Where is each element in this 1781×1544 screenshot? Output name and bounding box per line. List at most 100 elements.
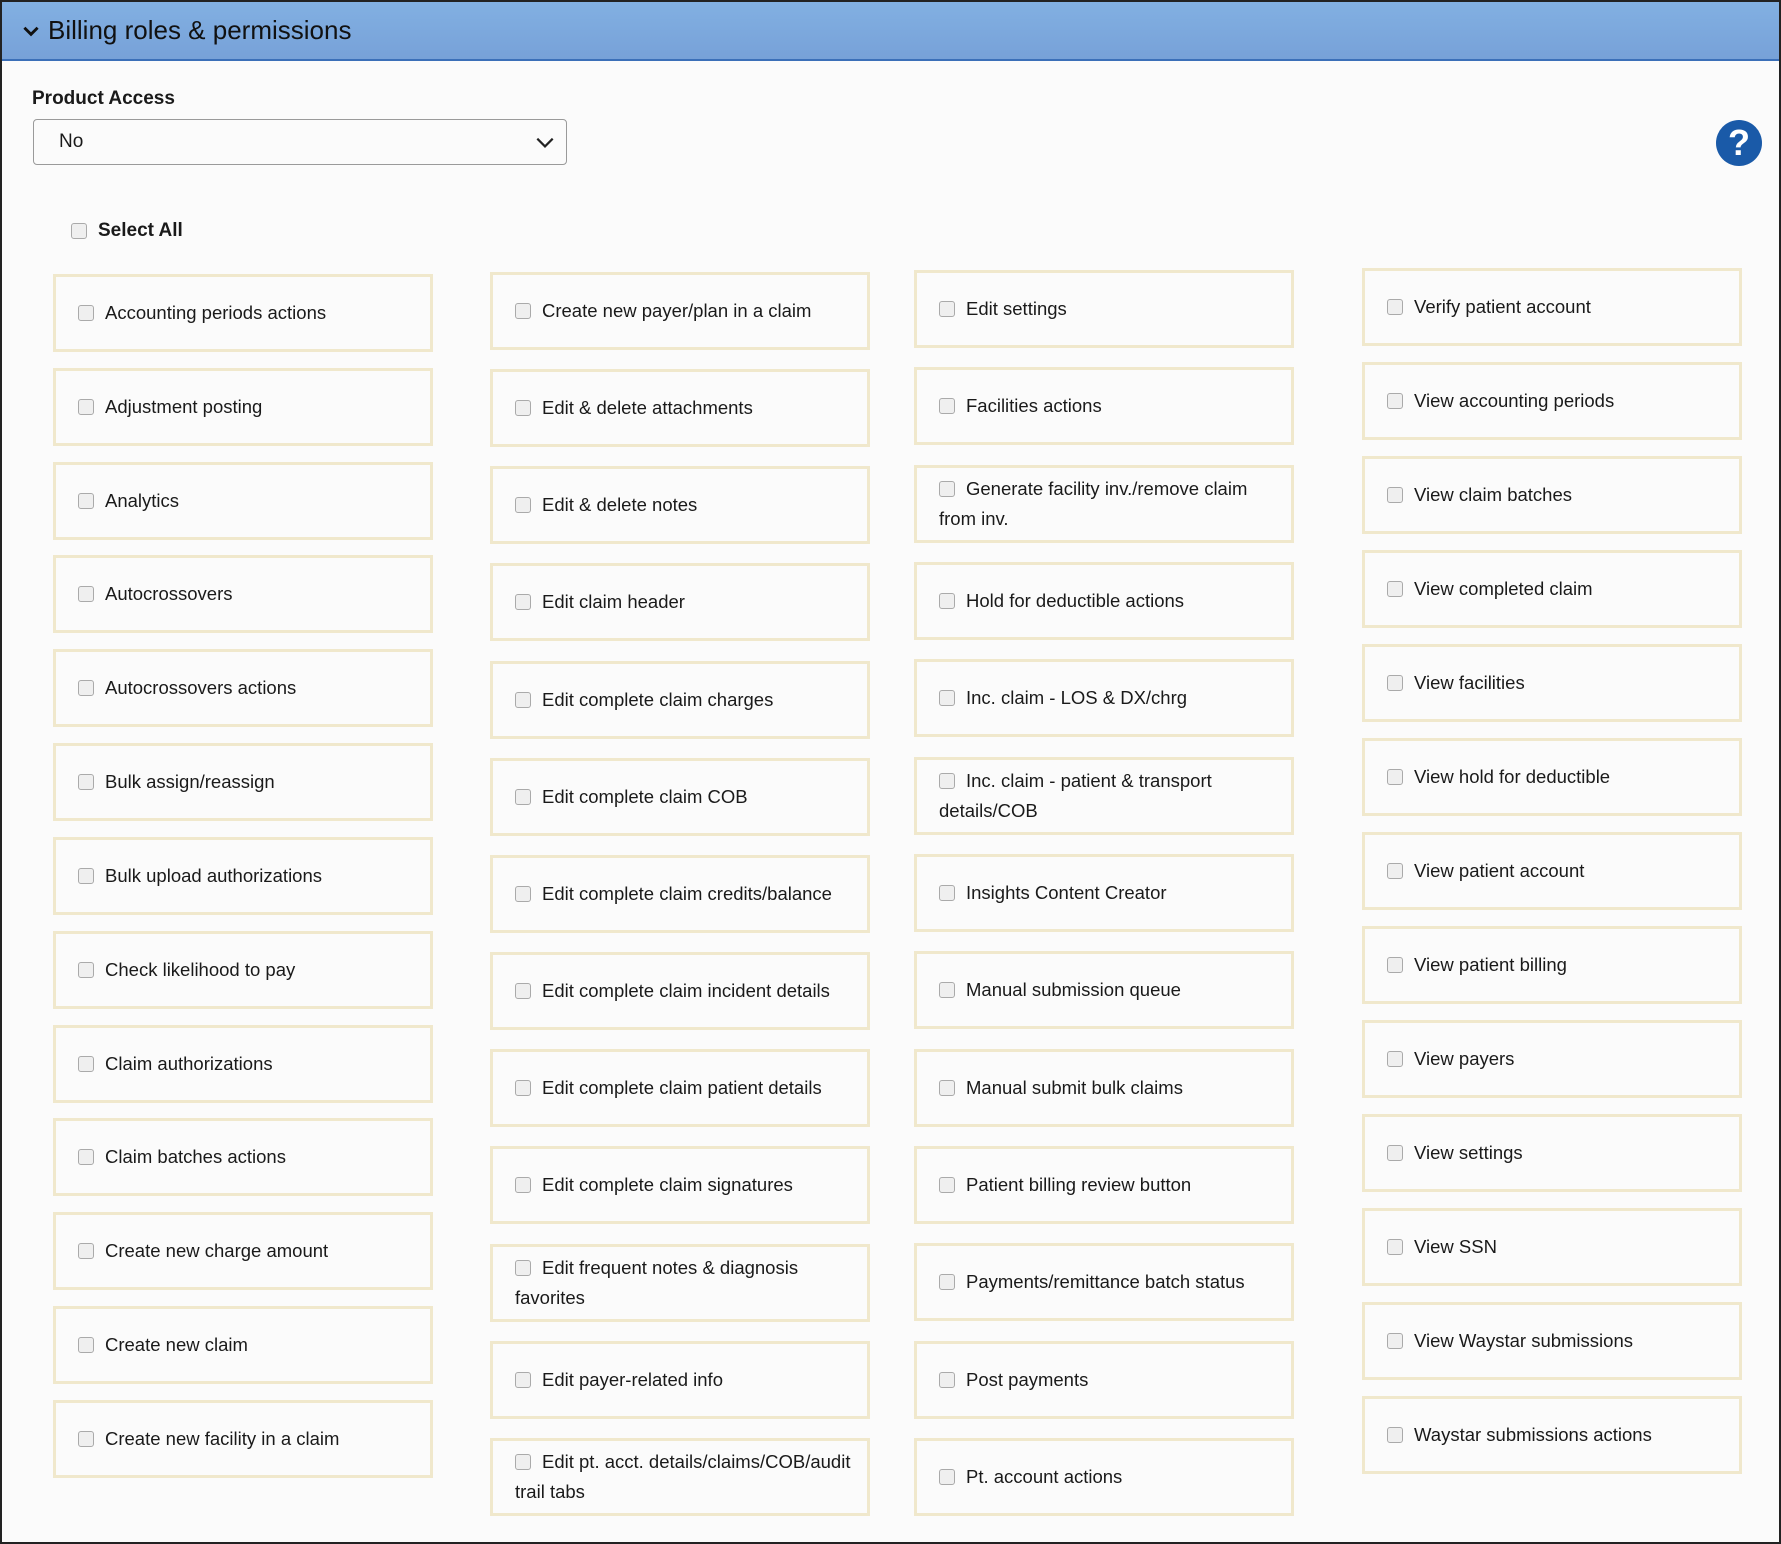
permission-checkbox[interactable]	[78, 398, 94, 415]
permission-item[interactable]: Edit complete claim signatures	[490, 1146, 870, 1225]
permission-checkbox[interactable]	[78, 680, 94, 697]
permission-checkbox[interactable]	[78, 305, 94, 321]
permission-item[interactable]: Claim authorizations	[53, 1024, 433, 1103]
permission-item[interactable]: View Waystar submissions	[1362, 1302, 1742, 1380]
permission-item[interactable]: View settings	[1362, 1114, 1742, 1192]
permission-item[interactable]: Claim batches actions	[53, 1118, 433, 1197]
permission-checkbox[interactable]	[78, 492, 94, 509]
permission-checkbox[interactable]	[939, 480, 955, 497]
select-all-checkbox[interactable]	[71, 223, 87, 239]
permission-item[interactable]: Manual submit bulk claims	[914, 1048, 1294, 1127]
permission-checkbox[interactable]	[1387, 863, 1403, 879]
permission-item[interactable]: Edit pt. acct. details/claims/COB/audit …	[490, 1437, 870, 1516]
permission-item[interactable]: Edit frequent notes & diagnosis favorite…	[490, 1243, 870, 1322]
select-all[interactable]: Select All	[71, 220, 183, 242]
permission-item[interactable]: Inc. claim - patient & transport details…	[914, 756, 1294, 835]
permission-item[interactable]: Edit complete claim incident details	[490, 952, 870, 1031]
permission-item[interactable]: Pt. account actions	[914, 1437, 1294, 1516]
permission-item[interactable]: Payments/remittance batch status	[914, 1243, 1294, 1322]
permission-item[interactable]: View payers	[1362, 1020, 1742, 1098]
permission-item[interactable]: Autocrossovers	[53, 555, 433, 634]
permission-item[interactable]: Create new facility in a claim	[53, 1399, 433, 1478]
permission-item[interactable]: Edit complete claim patient details	[490, 1049, 870, 1128]
permission-checkbox[interactable]	[1387, 581, 1403, 597]
permission-item[interactable]: Verify patient account	[1362, 268, 1742, 346]
permission-checkbox[interactable]	[515, 1371, 531, 1388]
permission-checkbox[interactable]	[78, 867, 94, 884]
permission-checkbox[interactable]	[939, 1468, 955, 1485]
section-header[interactable]: Billing roles & permissions	[2, 2, 1779, 61]
permission-checkbox[interactable]	[1387, 487, 1403, 503]
permission-item[interactable]: Bulk assign/reassign	[53, 743, 433, 822]
permission-checkbox[interactable]	[1387, 1239, 1403, 1255]
permission-checkbox[interactable]	[939, 1371, 955, 1388]
chevron-down-icon[interactable]	[20, 20, 42, 42]
permission-checkbox[interactable]	[939, 398, 955, 415]
permission-checkbox[interactable]	[1387, 1051, 1403, 1067]
permission-item[interactable]: Manual submission queue	[914, 951, 1294, 1030]
permission-item[interactable]: View patient account	[1362, 832, 1742, 910]
permission-checkbox[interactable]	[939, 592, 955, 609]
permission-checkbox[interactable]	[515, 885, 531, 902]
permission-checkbox[interactable]	[515, 1259, 531, 1276]
permission-checkbox[interactable]	[939, 301, 955, 317]
permission-checkbox[interactable]	[78, 1430, 94, 1447]
permission-item[interactable]: View completed claim	[1362, 550, 1742, 628]
permission-checkbox[interactable]	[939, 772, 955, 789]
permission-item[interactable]: Edit complete claim credits/balance	[490, 854, 870, 933]
permission-item[interactable]: Edit & delete notes	[490, 466, 870, 545]
permission-checkbox[interactable]	[939, 884, 955, 901]
permission-item[interactable]: View hold for deductible	[1362, 738, 1742, 816]
permission-checkbox[interactable]	[515, 594, 531, 611]
permission-item[interactable]: Edit complete claim charges	[490, 660, 870, 739]
permission-item[interactable]: Post payments	[914, 1340, 1294, 1419]
permission-item[interactable]: Edit & delete attachments	[490, 369, 870, 448]
permission-checkbox[interactable]	[515, 691, 531, 708]
permission-checkbox[interactable]	[515, 983, 531, 1000]
permission-checkbox[interactable]	[78, 1149, 94, 1166]
help-icon[interactable]: ?	[1716, 120, 1762, 166]
permission-checkbox[interactable]	[515, 1080, 531, 1097]
permission-item[interactable]: Waystar submissions actions	[1362, 1396, 1742, 1474]
permission-item[interactable]: Create new charge amount	[53, 1212, 433, 1291]
product-access-select[interactable]: No	[33, 119, 567, 165]
permission-checkbox[interactable]	[78, 774, 94, 791]
permission-item[interactable]: View accounting periods	[1362, 362, 1742, 440]
permission-item[interactable]: Inc. claim - LOS & DX/chrg	[914, 659, 1294, 738]
permission-checkbox[interactable]	[78, 1243, 94, 1260]
permission-item[interactable]: View patient billing	[1362, 926, 1742, 1004]
permission-checkbox[interactable]	[1387, 1427, 1403, 1443]
permission-item[interactable]: Bulk upload authorizations	[53, 836, 433, 915]
permission-item[interactable]: Generate facility inv./remove claim from…	[914, 464, 1294, 543]
permission-checkbox[interactable]	[1387, 393, 1403, 409]
permission-item[interactable]: Analytics	[53, 461, 433, 540]
permission-checkbox[interactable]	[1387, 1333, 1403, 1349]
permission-item[interactable]: View facilities	[1362, 644, 1742, 722]
permission-checkbox[interactable]	[939, 690, 955, 707]
permission-item[interactable]: Edit complete claim COB	[490, 757, 870, 836]
permission-item[interactable]: Check likelihood to pay	[53, 930, 433, 1009]
permission-item[interactable]: Edit payer-related info	[490, 1340, 870, 1419]
permission-checkbox[interactable]	[515, 1453, 531, 1470]
permission-checkbox[interactable]	[1387, 769, 1403, 785]
permission-checkbox[interactable]	[1387, 1145, 1403, 1161]
permission-checkbox[interactable]	[78, 586, 94, 603]
permission-item[interactable]: Autocrossovers actions	[53, 649, 433, 728]
permission-checkbox[interactable]	[515, 788, 531, 805]
permission-checkbox[interactable]	[939, 1274, 955, 1291]
permission-item[interactable]: Edit claim header	[490, 563, 870, 642]
permission-item[interactable]: View claim batches	[1362, 456, 1742, 534]
permission-checkbox[interactable]	[939, 982, 955, 999]
permission-item[interactable]: Hold for deductible actions	[914, 561, 1294, 640]
permission-item[interactable]: Edit settings	[914, 270, 1294, 348]
permission-item[interactable]: Facilities actions	[914, 367, 1294, 446]
permission-item[interactable]: View SSN	[1362, 1208, 1742, 1286]
permission-checkbox[interactable]	[939, 1176, 955, 1193]
permission-checkbox[interactable]	[515, 497, 531, 514]
permission-checkbox[interactable]	[1387, 299, 1403, 315]
permission-item[interactable]: Create new payer/plan in a claim	[490, 272, 870, 350]
permission-checkbox[interactable]	[78, 1337, 94, 1354]
permission-checkbox[interactable]	[1387, 957, 1403, 973]
permission-checkbox[interactable]	[78, 961, 94, 978]
permission-checkbox[interactable]	[939, 1079, 955, 1096]
